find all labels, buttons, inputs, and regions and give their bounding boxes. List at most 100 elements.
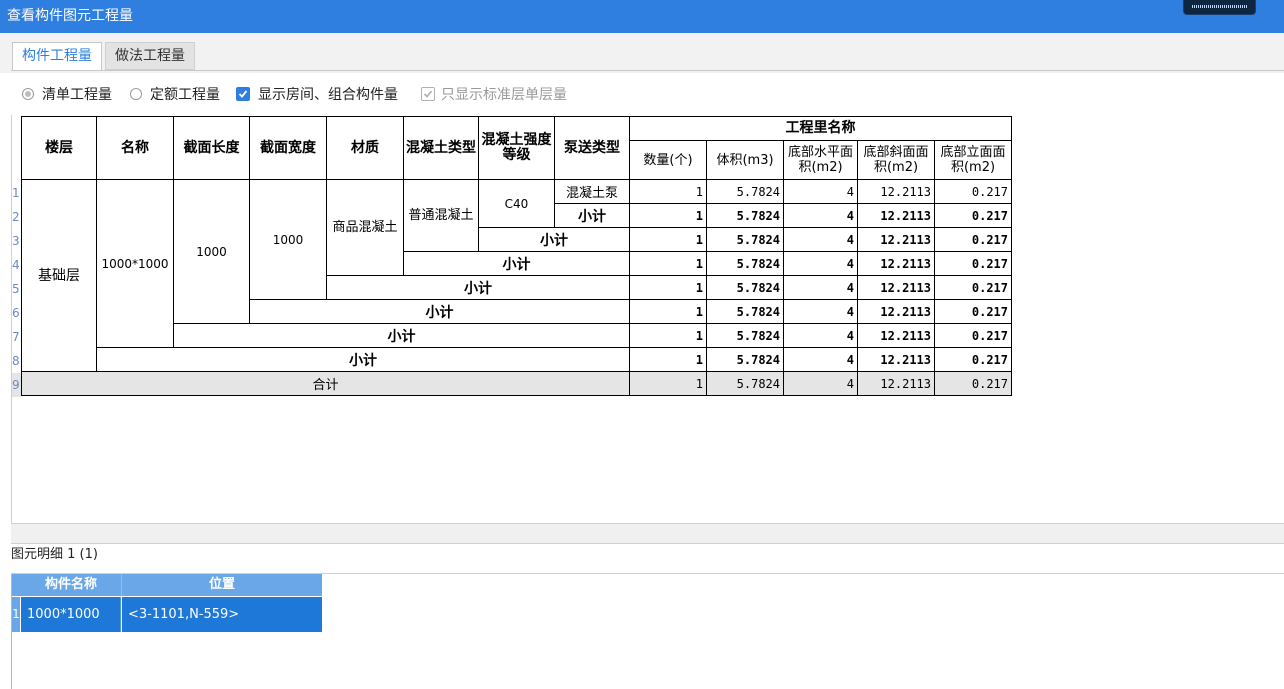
detail-header: 图元明细 1 (1) [11, 546, 98, 564]
header-bottom-vertical[interactable]: 底部立面面积(m2) [934, 140, 1012, 180]
cell-volume[interactable]: 5.7824 [706, 371, 784, 396]
detail-count: 1 (1) [67, 547, 98, 562]
cell-bottom-horizontal[interactable]: 4 [783, 203, 858, 228]
cell-bottom-vertical[interactable]: 0.217 [934, 323, 1012, 348]
cell-bottom-vertical[interactable]: 0.217 [934, 275, 1012, 300]
cell-volume[interactable]: 5.7824 [706, 347, 784, 372]
cell-bottom-slope[interactable]: 12.2113 [857, 371, 935, 396]
header-qty-group[interactable]: 工程里名称 [629, 116, 1012, 141]
table-row[interactable]: 基础层 1000*1000 1000 1000 商品混凝土 普通混凝土 C40 … [21, 179, 1012, 372]
cell-count[interactable]: 1 [629, 203, 707, 228]
cell-volume[interactable]: 5.7824 [706, 323, 784, 348]
cell-bottom-horizontal[interactable]: 4 [783, 347, 858, 372]
cell-section-length[interactable]: 1000 [173, 179, 250, 324]
header-concrete-grade[interactable]: 混凝土强度等级 [478, 116, 555, 180]
cell-volume[interactable]: 5.7824 [706, 179, 784, 204]
cell-floor[interactable]: 基础层 [21, 179, 97, 372]
table-row-total[interactable]: 合计 1 5.7824 4 12.2113 0.217 [21, 371, 1012, 396]
cell-volume[interactable]: 5.7824 [706, 203, 784, 228]
cell-bottom-slope[interactable]: 12.2113 [857, 323, 935, 348]
cell-bottom-horizontal[interactable]: 4 [783, 299, 858, 324]
cell-bottom-slope[interactable]: 12.2113 [857, 203, 935, 228]
cell-count[interactable]: 1 [629, 227, 707, 252]
header-section-width[interactable]: 截面宽度 [249, 116, 327, 180]
detail-row-number[interactable]: 1 [12, 597, 20, 632]
panel-splitter[interactable] [11, 523, 1284, 544]
detail-header-position[interactable]: 位置 [122, 574, 322, 596]
row-number[interactable]: 3 [12, 229, 21, 253]
cell-volume[interactable]: 5.7824 [706, 275, 784, 300]
cell-bottom-horizontal[interactable]: 4 [783, 227, 858, 252]
cell-bottom-slope[interactable]: 12.2113 [857, 347, 935, 372]
cell-bottom-horizontal[interactable]: 4 [783, 179, 858, 204]
cell-bottom-slope[interactable]: 12.2113 [857, 179, 935, 204]
table-row[interactable]: 小计 1 5.7824 4 12.2113 0.217 [22, 347, 1012, 372]
cell-volume[interactable]: 5.7824 [706, 299, 784, 324]
cell-volume[interactable]: 5.7824 [706, 251, 784, 276]
cell-bottom-vertical[interactable]: 0.217 [934, 227, 1012, 252]
list-qty-label: 清单工程量 [42, 87, 112, 103]
row-number[interactable]: 8 [12, 349, 21, 373]
header-section-length[interactable]: 截面长度 [173, 116, 250, 180]
cell-subtotal[interactable]: 小计 [249, 299, 630, 324]
cell-subtotal[interactable]: 小计 [96, 347, 630, 372]
row-number[interactable]: 4 [12, 253, 21, 277]
row-number[interactable]: 5 [12, 277, 21, 301]
row-number[interactable]: 9 [12, 373, 21, 397]
cell-subtotal[interactable]: 小计 [173, 323, 630, 348]
header-volume[interactable]: 体积(m3) [706, 140, 784, 180]
cell-count[interactable]: 1 [629, 371, 707, 396]
cell-bottom-horizontal[interactable]: 4 [783, 323, 858, 348]
header-concrete-type[interactable]: 混凝土类型 [403, 116, 479, 180]
header-floor[interactable]: 楼层 [21, 116, 97, 180]
cell-section-width[interactable]: 1000 [249, 179, 327, 300]
cell-bottom-horizontal[interactable]: 4 [783, 275, 858, 300]
cell-volume[interactable]: 5.7824 [706, 227, 784, 252]
header-count[interactable]: 数量(个) [629, 140, 707, 180]
cell-bottom-horizontal[interactable]: 4 [783, 371, 858, 396]
cell-material[interactable]: 商品混凝土 [326, 179, 404, 276]
cell-subtotal[interactable]: 小计 [478, 227, 630, 252]
tab-component-qty[interactable]: 构件工程量 [12, 42, 102, 70]
cell-count[interactable]: 1 [629, 299, 707, 324]
cell-bottom-vertical[interactable]: 0.217 [934, 251, 1012, 276]
row-number[interactable]: 1 [12, 181, 21, 205]
cell-concrete-type[interactable]: 普通混凝土 [403, 179, 479, 252]
header-bottom-slope[interactable]: 底部斜面面积(m2) [857, 140, 935, 180]
header-material[interactable]: 材质 [326, 116, 404, 180]
cell-count[interactable]: 1 [629, 347, 707, 372]
cell-concrete-grade[interactable]: C40 [478, 179, 555, 228]
cell-bottom-vertical[interactable]: 0.217 [934, 203, 1012, 228]
tab-method-qty[interactable]: 做法工程量 [105, 42, 195, 70]
header-bottom-horizontal[interactable]: 底部水平面积(m2) [783, 140, 858, 180]
detail-cell-name[interactable]: 1000*1000 [21, 597, 121, 632]
cell-bottom-slope[interactable]: 12.2113 [857, 275, 935, 300]
header-name[interactable]: 名称 [96, 116, 174, 180]
cell-subtotal[interactable]: 小计 [554, 203, 630, 228]
cell-name[interactable]: 1000*1000 [96, 179, 174, 348]
cell-bottom-vertical[interactable]: 0.217 [934, 179, 1012, 204]
row-number[interactable]: 2 [12, 205, 21, 229]
cell-count[interactable]: 1 [629, 275, 707, 300]
cell-count[interactable]: 1 [629, 251, 707, 276]
cell-total[interactable]: 合计 [21, 371, 630, 396]
cell-pump-type[interactable]: 混凝土泵 [554, 179, 630, 204]
cell-count[interactable]: 1 [629, 323, 707, 348]
cell-bottom-slope[interactable]: 12.2113 [857, 251, 935, 276]
cell-bottom-vertical[interactable]: 0.217 [934, 299, 1012, 324]
quantity-table: 楼层 名称 截面长度 截面宽度 材质 混凝土类型 混凝土强度等级 泵送类型 工程… [21, 116, 1012, 396]
cell-subtotal[interactable]: 小计 [326, 275, 630, 300]
cell-bottom-slope[interactable]: 12.2113 [857, 299, 935, 324]
row-number[interactable]: 7 [12, 325, 21, 349]
cell-bottom-slope[interactable]: 12.2113 [857, 227, 935, 252]
header-pump-type[interactable]: 泵送类型 [554, 116, 630, 180]
cell-subtotal[interactable]: 小计 [403, 251, 630, 276]
cell-count[interactable]: 1 [629, 179, 707, 204]
cell-bottom-vertical[interactable]: 0.217 [934, 371, 1012, 396]
window-control-button[interactable] [1183, 0, 1256, 15]
detail-cell-position[interactable]: <3-1101,N-559> [122, 597, 322, 632]
row-number[interactable]: 6 [12, 301, 21, 325]
detail-header-name[interactable]: 构件名称 [21, 574, 122, 596]
cell-bottom-vertical[interactable]: 0.217 [934, 347, 1012, 372]
cell-bottom-horizontal[interactable]: 4 [783, 251, 858, 276]
